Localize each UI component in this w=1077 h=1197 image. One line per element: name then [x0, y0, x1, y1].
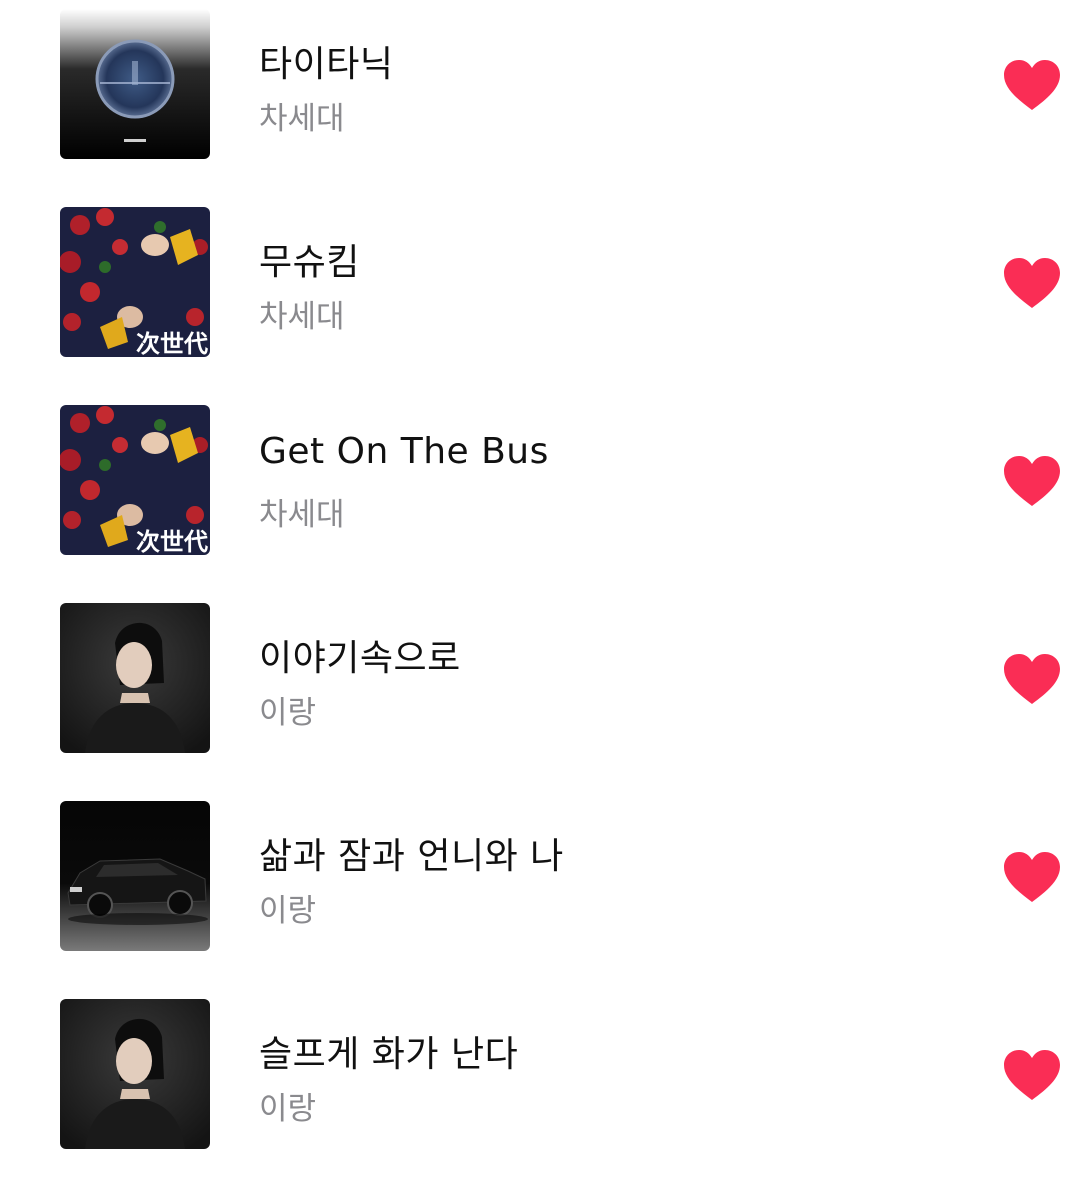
- song-list: 타이타닉 차세대 次世代 무슈킴 차세대 次世代 Get On The Bus …: [0, 9, 1077, 1197]
- loved-heart-icon[interactable]: [1003, 455, 1061, 507]
- song-title: 무슈킴: [259, 242, 360, 283]
- loved-heart-icon[interactable]: [1003, 257, 1061, 309]
- song-title: 이야기속으로: [259, 638, 461, 679]
- artwork-text: 次世代: [136, 330, 208, 357]
- loved-heart-icon[interactable]: [1003, 653, 1061, 705]
- song-row-get-on-the-bus[interactable]: 次世代 Get On The Bus 차세대: [0, 405, 1077, 603]
- song-row-monsieur-kim[interactable]: 次世代 무슈킴 차세대: [0, 207, 1077, 405]
- song-title: 타이타닉: [259, 44, 394, 85]
- album-artwork-lang-lee-portrait: [60, 603, 210, 753]
- album-artwork-black-car: [60, 801, 210, 951]
- song-row-sadly-angry[interactable]: 슬프게 화가 난다 이랑: [0, 999, 1077, 1197]
- album-artwork-chasedae: 次世代: [60, 405, 210, 555]
- song-artist: 차세대: [259, 497, 345, 533]
- song-artist: 차세대: [259, 101, 345, 137]
- song-artist: 이랑: [259, 893, 317, 929]
- album-artwork-titanic: [60, 9, 210, 159]
- song-artist: 이랑: [259, 1091, 317, 1127]
- album-artwork-chasedae: 次世代: [60, 207, 210, 357]
- song-artist: 이랑: [259, 695, 317, 731]
- loved-heart-icon[interactable]: [1003, 851, 1061, 903]
- song-row-life-sleep-sister-me[interactable]: 삶과 잠과 언니와 나 이랑: [0, 801, 1077, 999]
- song-title: 슬프게 화가 난다: [259, 1034, 519, 1075]
- loved-heart-icon[interactable]: [1003, 1049, 1061, 1101]
- album-artwork-lang-lee-portrait: [60, 999, 210, 1149]
- song-row-titanic[interactable]: 타이타닉 차세대: [0, 9, 1077, 207]
- song-artist: 차세대: [259, 299, 345, 335]
- artwork-text: 次世代: [136, 528, 208, 555]
- loved-heart-icon[interactable]: [1003, 59, 1061, 111]
- song-title: 삶과 잠과 언니와 나: [259, 836, 564, 877]
- song-row-iyagisogeuro[interactable]: 이야기속으로 이랑: [0, 603, 1077, 801]
- song-title: Get On The Bus: [259, 431, 549, 472]
